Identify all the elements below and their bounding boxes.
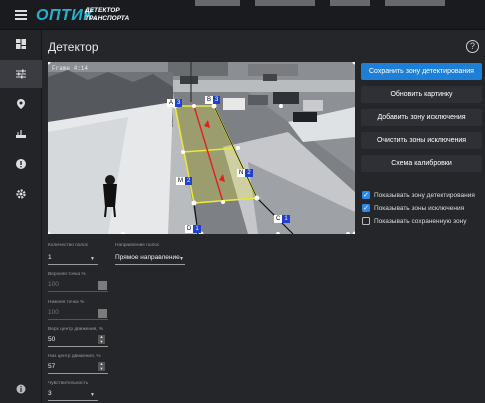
refresh-image-button[interactable]: Обновить картинку	[361, 86, 482, 103]
top-point-input[interactable]: 100	[48, 281, 59, 288]
checkbox-checked-icon: ✓	[362, 191, 370, 199]
lanes-select[interactable]: 1	[48, 254, 52, 261]
top-point-label: Верхняя точка %	[48, 272, 86, 277]
location-pin-icon	[17, 99, 25, 109]
logo-subtitle: ДЕТЕКТОР ТРАНСПОРТА	[85, 7, 130, 22]
save-zone-button[interactable]: Сохранить зону детектирования	[361, 63, 482, 80]
camera-thumb	[195, 0, 240, 6]
marker-a[interactable]: A3	[167, 91, 183, 109]
alert-icon	[16, 159, 26, 169]
camera-view[interactable]: Frame 4:14 A 3 B 3 M 2 N 2 D 1 C 1	[48, 62, 355, 234]
help-icon[interactable]: ?	[466, 40, 479, 53]
lanes-label: Количество полос	[48, 243, 89, 248]
show-detection-zone-checkbox[interactable]: ✓ Показывать зону детектирования	[362, 190, 475, 200]
info-icon	[16, 384, 26, 394]
bottom-point-swatch	[98, 309, 107, 318]
sidebar-item-detector[interactable]	[0, 60, 42, 88]
camera-thumb	[330, 0, 370, 6]
page-title: Детектор	[48, 40, 99, 54]
marker-m[interactable]: M2	[176, 169, 193, 187]
sidebar-item-settings[interactable]	[0, 180, 42, 208]
dashboard-icon	[16, 39, 26, 49]
bottom-point-input[interactable]: 100	[48, 309, 59, 316]
gear-icon	[16, 189, 26, 199]
chevron-down-icon: ▼	[90, 256, 95, 262]
show-saved-zone-checkbox[interactable]: Показывать сохраненную зону	[362, 216, 467, 226]
camera-image: Frame 4:14	[48, 62, 355, 234]
sidebar-item-location[interactable]	[0, 90, 42, 118]
clear-exclusions-button[interactable]: Очистить зоны исключения	[361, 132, 482, 149]
marker-c[interactable]: C1	[274, 207, 290, 225]
direction-select[interactable]: Прямое направление	[115, 254, 180, 261]
marker-b[interactable]: B3	[205, 88, 221, 106]
network-icon	[16, 130, 26, 138]
marker-n[interactable]: N2	[237, 161, 253, 179]
camera-thumb	[385, 0, 445, 6]
calibration-button[interactable]: Схема калибровки	[361, 155, 482, 172]
direction-label: Направление полос	[115, 243, 160, 248]
sidebar-item-network[interactable]	[0, 120, 42, 148]
sidebar-item-dashboard[interactable]	[0, 30, 42, 58]
top-center-stepper[interactable]: ▲ ▼	[98, 334, 105, 344]
chevron-down-icon: ▼	[90, 392, 95, 398]
add-exclusion-button[interactable]: Добавить зону исключения	[361, 109, 482, 126]
bottom-center-input[interactable]: 57	[48, 363, 55, 370]
frame-overlay-text: Frame 4:14	[52, 65, 88, 72]
top-point-swatch	[98, 281, 107, 290]
sliders-icon	[16, 69, 26, 79]
marker-d[interactable]: D1	[185, 217, 201, 234]
camera-thumb	[255, 0, 315, 6]
sidebar-item-alerts[interactable]	[0, 150, 42, 178]
bottom-center-stepper[interactable]: ▲ ▼	[98, 361, 105, 371]
top-center-label: Верх центр движения, %	[48, 327, 104, 332]
sensitivity-label: Чувствительность	[48, 381, 89, 386]
checkbox-empty-icon	[362, 217, 370, 225]
sensitivity-select[interactable]: 3	[48, 390, 52, 397]
top-center-input[interactable]: 50	[48, 336, 55, 343]
sidebar-item-info[interactable]	[0, 375, 42, 403]
menu-icon[interactable]	[15, 10, 27, 20]
top-bar: ОПТИК. ДЕТЕКТОР ТРАНСПОРТА	[0, 0, 485, 30]
bottom-center-label: Низ центр движения, %	[48, 354, 101, 359]
checkbox-checked-icon: ✓	[362, 204, 370, 212]
sidebar	[0, 30, 42, 403]
bottom-point-label: Нижняя точка %	[48, 300, 85, 305]
show-exclusion-zones-checkbox[interactable]: ✓ Показывать зоны исключения	[362, 203, 464, 213]
chevron-down-icon: ▼	[179, 256, 184, 262]
main-content: Детектор ? Frame 4:14 A 3 B 3 M 2 N 2 D …	[42, 30, 485, 403]
